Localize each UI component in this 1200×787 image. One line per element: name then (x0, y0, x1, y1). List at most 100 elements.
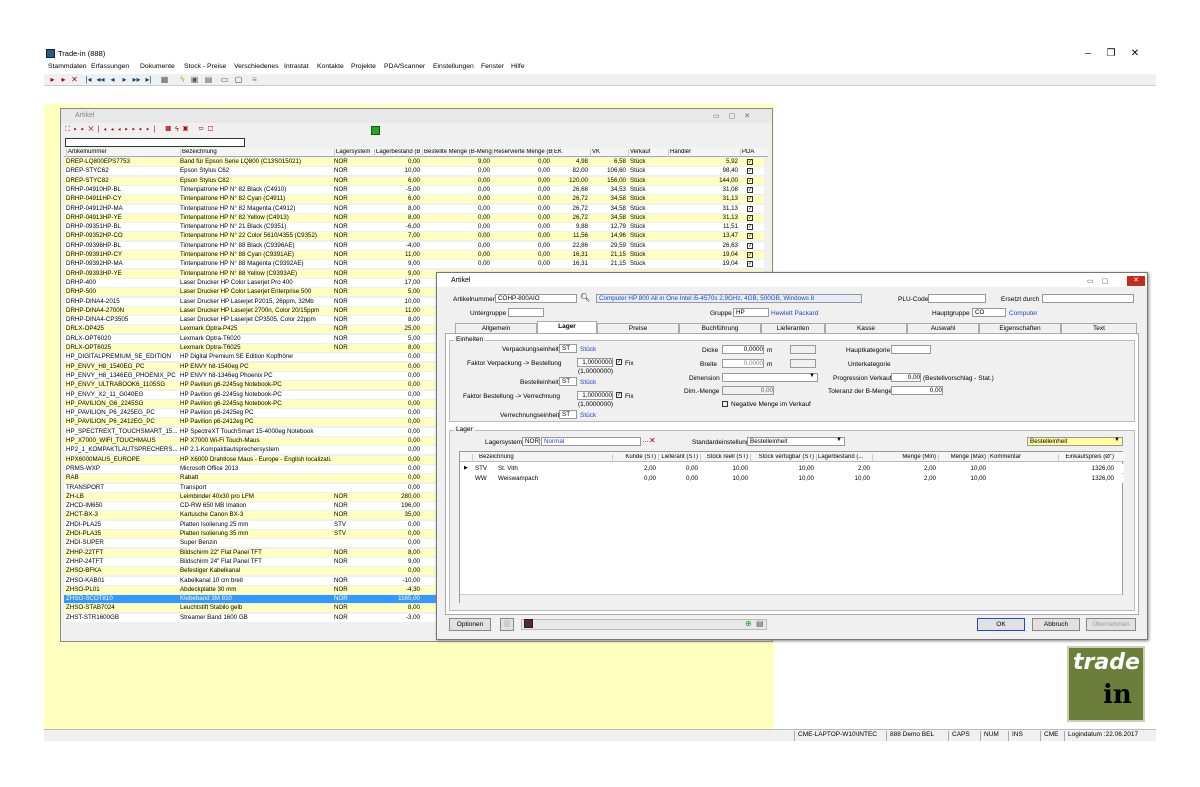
progression-field[interactable]: 0,00 (891, 373, 921, 382)
copy-record-icon[interactable]: ▸ (59, 75, 68, 84)
dimension-select[interactable] (722, 373, 818, 382)
gallery-icon[interactable]: ▤ (756, 619, 764, 628)
tab-buchfuehrung[interactable]: Buchführung (679, 323, 761, 333)
fix-bv-checkbox[interactable]: ✓ (616, 392, 622, 398)
col-haendler[interactable]: Händler (668, 149, 740, 157)
calculator-icon[interactable]: ▦ (160, 75, 169, 84)
lagersystem-clear-icon[interactable]: ✕ (649, 436, 656, 445)
tab-eigenschaften[interactable]: Eigenschaften (979, 323, 1061, 333)
fix-vb-checkbox[interactable]: ✓ (616, 359, 622, 365)
list-window-controls-icon[interactable]: ▭▢✕ (713, 112, 769, 121)
col-artikelnummer[interactable]: Artikelnummer (66, 149, 178, 157)
grid-icon[interactable]: ▤ (204, 75, 213, 84)
lager-row[interactable]: ▶ STV St. Vith 2,00 0,00 10,00 10,00 2,0… (460, 464, 1124, 473)
add-icon[interactable]: ⊕ (745, 619, 752, 628)
table-row[interactable]: DRHP-09352HP-CO Tintenpatrone HP N° 22 Co… (64, 232, 764, 241)
ok-button[interactable]: OK (977, 618, 1025, 631)
dimmenge-field[interactable]: 0,00 (722, 386, 774, 395)
optionen-button[interactable]: Optionen (449, 618, 491, 631)
table-row[interactable]: DRHP-04912HP-MA Tintenpatrone HP N° 82 Ma… (64, 204, 764, 213)
abbruch-button[interactable]: Abbruch (1032, 618, 1080, 631)
delete-record-icon[interactable]: ✕ (70, 75, 79, 84)
lcol-einkaufspreis[interactable]: Einkaufspreis (Ø") (1058, 454, 1116, 462)
col-reservierte-menge[interactable]: Reservierte Menge (B (492, 149, 552, 157)
tab-text[interactable]: Text (1061, 323, 1137, 333)
tab-lager[interactable]: Lager (537, 321, 597, 333)
table-row[interactable]: DREP-LQ800EPS7753 Band für Epson Serie LQ… (64, 158, 764, 166)
uebernehmen-button[interactable]: Übernehmen (1086, 618, 1136, 631)
col-ek[interactable]: EK (552, 149, 590, 157)
table-row[interactable]: DREP-STYC82 Epson Stylus C82 NOR 6,00 0,00 0,… (64, 176, 764, 185)
new-record-icon[interactable]: ▸ (48, 75, 57, 84)
filter-icon[interactable] (371, 126, 380, 135)
lager-grid-scrollbar[interactable] (460, 594, 1124, 603)
menu-hilfe[interactable]: Hilfe (511, 63, 525, 70)
col-lagerbestand[interactable]: Lagerbestand (B (374, 149, 422, 157)
print-icon[interactable]: ▭ (220, 75, 229, 84)
list-toolbar-icon[interactable]: ⛶▸▸✕|◂◂◂▸▸▸▸| ▦ϟ▣ ▭▢ (65, 126, 365, 136)
menu-einstellungen[interactable]: Einstellungen (433, 63, 474, 70)
lcol-lieferant[interactable]: Lieferant (ST) (658, 454, 700, 462)
beschreibung-field[interactable]: Computer HP 800 All in One Intel i5-4570… (596, 294, 862, 303)
faktor-vb-field[interactable]: 1,0000000 (577, 358, 613, 367)
tab-lieferanten[interactable]: Lieferanten (761, 323, 825, 333)
table-row[interactable]: DRHP-04910HP-BL Tintenpatrone HP N° 82 Bl… (64, 185, 764, 194)
dicke-extra-field[interactable] (790, 345, 816, 354)
breite-extra-field[interactable] (790, 359, 816, 368)
prev-icon[interactable]: ◂ (108, 75, 117, 84)
menu-stock-preise[interactable]: Stock - Preise (184, 63, 226, 70)
list-icon[interactable]: ≡ (250, 75, 259, 84)
col-vk[interactable]: VK (590, 149, 628, 157)
table-row[interactable]: DRHP-09396HP-BL Tintenpatrone HP N° 88 Bl… (64, 241, 764, 250)
lcol-stock-verfuegbar[interactable]: Stock verfügbar (ST) (750, 454, 816, 462)
breite-field[interactable]: 0,0000 (722, 359, 764, 368)
dicke-field[interactable]: 0,0000 (722, 345, 764, 354)
artikelnummer-field[interactable]: COHP-800AIO (495, 294, 577, 303)
detail-close-icon[interactable]: ✕ (1127, 276, 1145, 286)
tab-auswahl[interactable]: Auswahl (907, 323, 979, 333)
bolt-icon[interactable]: ϟ (178, 75, 187, 84)
next-icon[interactable]: ▸ (120, 75, 129, 84)
menu-verschiedenes[interactable]: Verschiedenes (234, 63, 279, 70)
menu-intrastat[interactable]: Intrastat (284, 63, 309, 70)
tab-kasse[interactable]: Kasse (825, 323, 907, 333)
lcol-menge-max[interactable]: Menge (Max) (938, 454, 988, 462)
window-icon[interactable]: ▣ (190, 75, 199, 84)
standard-chevron-down-icon[interactable]: ▼ (836, 437, 842, 443)
lagersystem-field[interactable]: NOR (522, 437, 540, 446)
lcol-lagerbestand[interactable]: Lagerbestand (... (816, 454, 872, 462)
last-icon[interactable]: ▸| (144, 75, 153, 84)
tab-allgemein[interactable]: Allgemein (455, 323, 537, 333)
plu-field[interactable] (928, 294, 986, 303)
col-bestellte-menge[interactable]: Bestellte Menge (B-Meng (422, 149, 492, 157)
standard-select[interactable]: Bestelleinheit (747, 437, 845, 446)
verrechnung-field[interactable]: ST (559, 410, 577, 419)
close-icon[interactable]: ✕ (1122, 48, 1148, 59)
verpackung-field[interactable]: ST (559, 344, 577, 353)
hauptgruppe-field[interactable]: CO (972, 308, 1006, 317)
col-pda[interactable]: PDA (740, 149, 760, 157)
table-row[interactable]: DREP-STYC62 Epson Stylus C62 NOR 10,00 0,00 0… (64, 167, 764, 176)
col-bezeichnung[interactable]: Bezeichnung (180, 149, 332, 157)
hauptkat-field[interactable] (891, 345, 931, 354)
table-row[interactable]: DRHP-09392HP-MA Tintenpatrone HP N° 88 Ma… (64, 260, 764, 269)
info-button[interactable]: ⓘ (500, 618, 514, 631)
col-verkauf[interactable]: Verkauf (628, 149, 668, 157)
detail-window-controls-icon[interactable]: ▭▢ (1087, 277, 1116, 285)
col-lagersystem[interactable]: Lagersystem (334, 149, 374, 157)
photo-icon[interactable] (524, 619, 533, 628)
search-icon[interactable]: 🔍︎ (580, 293, 590, 302)
menu-erfassungen[interactable]: Erfassungen (91, 63, 129, 70)
preview-icon[interactable]: ▢ (234, 75, 243, 84)
untergruppe-field[interactable] (508, 308, 544, 317)
first-icon[interactable]: |◂ (84, 75, 93, 84)
prev-page-icon[interactable]: ◂◂ (96, 75, 105, 84)
ersetzt-field[interactable] (1042, 294, 1134, 303)
table-row[interactable]: DRHP-04911HP-CY Tintenpatrone HP N° 82 Cy… (64, 195, 764, 204)
menu-projekte[interactable]: Projekte (351, 63, 376, 70)
lcol-stock-reell[interactable]: Stock reell (ST) (700, 454, 750, 462)
einheit-select[interactable]: Bestelleinheit (1027, 437, 1123, 446)
faktor-bv-field[interactable]: 1,0000000 (577, 391, 613, 400)
lcol-menge-min[interactable]: Menge (Min) (872, 454, 938, 462)
table-row[interactable]: DRHP-04913HP-YE Tintenpatrone HP N° 82 Ye… (64, 213, 764, 222)
